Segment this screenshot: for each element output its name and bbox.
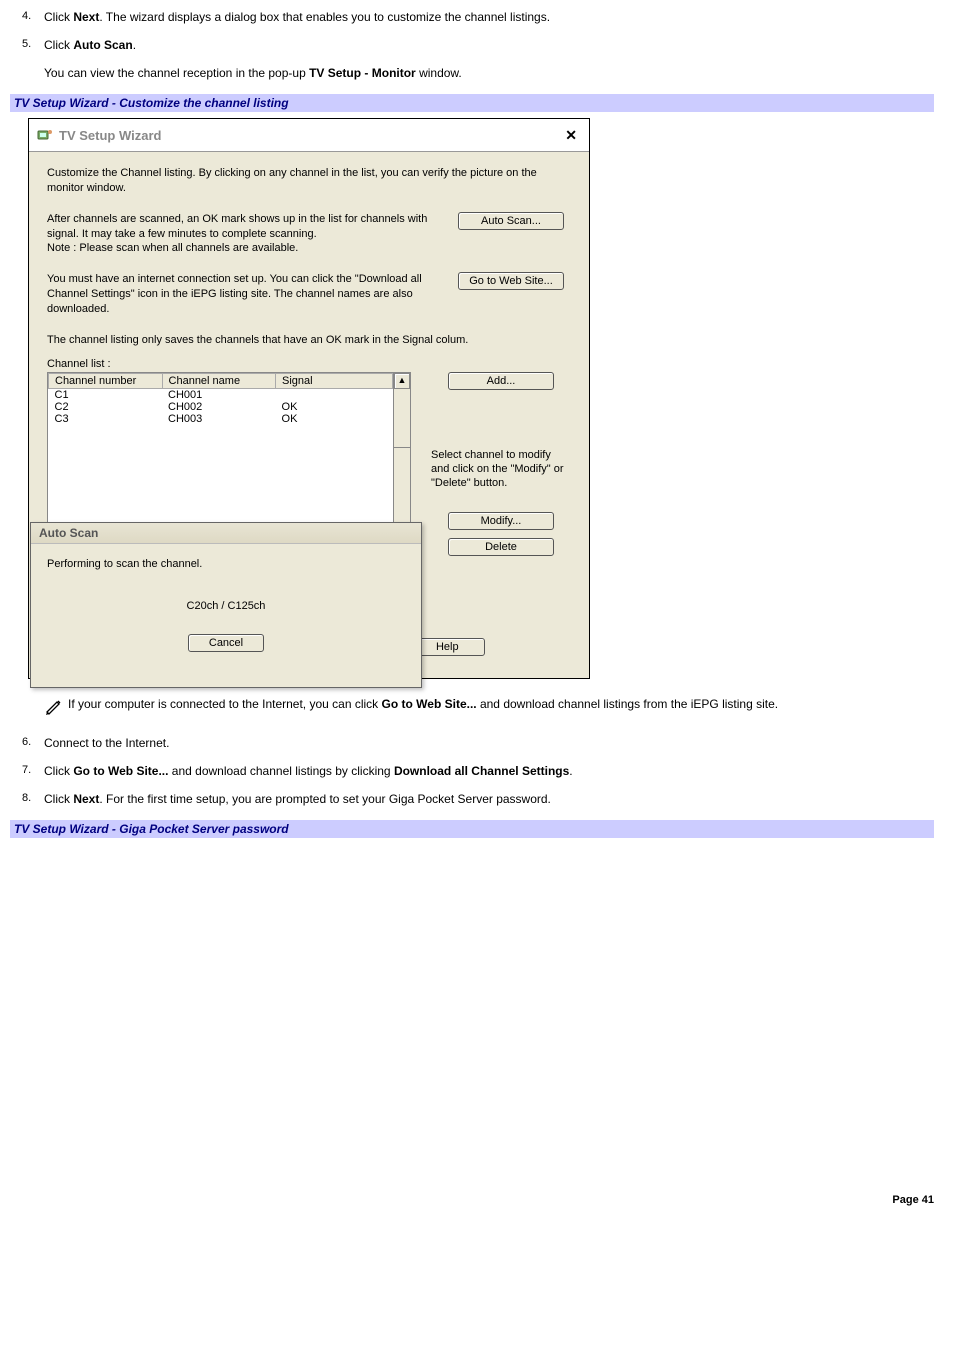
step-text: Click Auto Scan. (44, 38, 136, 52)
table-row[interactable]: C2CH002OK (49, 401, 393, 413)
step-text: Connect to the Internet. (44, 736, 169, 750)
step-text: Click Go to Web Site... and download cha… (44, 764, 573, 778)
section-header-2: TV Setup Wizard - Giga Pocket Server pas… (10, 820, 934, 838)
table-row[interactable]: C1CH001 (49, 388, 393, 401)
step-text: Click Next. The wizard displays a dialog… (44, 10, 550, 24)
add-button[interactable]: Add... (448, 372, 554, 390)
dialog-title: TV Setup Wizard (59, 128, 561, 143)
note-icon (44, 697, 68, 720)
col-channel-number[interactable]: Channel number (49, 373, 163, 388)
auto-scan-button[interactable]: Auto Scan... (458, 212, 564, 230)
modify-help-text: Select channel to modify and click on th… (431, 448, 571, 491)
step-number: 5. (22, 38, 31, 50)
step-number: 7. (22, 764, 31, 776)
table-row[interactable]: C3CH003OK (49, 413, 393, 425)
step-number: 4. (22, 10, 31, 22)
tv-setup-wizard-dialog: TV Setup Wizard ✕ Customize the Channel … (28, 118, 590, 679)
step-text: Click Next. For the first time setup, yo… (44, 792, 551, 806)
go-to-web-site-button[interactable]: Go to Web Site... (458, 272, 564, 290)
page-number: Page 41 (10, 1194, 934, 1206)
scrollbar[interactable]: ▲ (393, 372, 411, 448)
section-header-1: TV Setup Wizard - Customize the channel … (10, 94, 934, 112)
auto-scan-dialog: Auto Scan Performing to scan the channel… (30, 522, 422, 688)
step-number: 6. (22, 736, 31, 748)
delete-button[interactable]: Delete (448, 538, 554, 556)
note-text: If your computer is connected to the Int… (68, 697, 778, 711)
web-description: You must have an internet connection set… (47, 272, 451, 317)
scroll-up-icon[interactable]: ▲ (394, 373, 410, 389)
save-description: The channel listing only saves the chann… (47, 333, 571, 348)
modify-button[interactable]: Modify... (448, 512, 554, 530)
auto-scan-cancel-button[interactable]: Cancel (188, 634, 264, 652)
auto-scan-title: Auto Scan (31, 523, 421, 544)
col-signal[interactable]: Signal (276, 373, 393, 388)
col-channel-name[interactable]: Channel name (162, 373, 276, 388)
channel-list-label: Channel list : (47, 358, 571, 370)
auto-scan-progress: C20ch / C125ch (47, 600, 405, 612)
dialog-intro: Customize the Channel listing. By clicki… (47, 166, 571, 196)
step-subtext: You can view the channel reception in th… (44, 66, 934, 80)
auto-scan-status: Performing to scan the channel. (47, 558, 405, 570)
channel-list-table[interactable]: Channel number Channel name Signal C1CH0… (47, 372, 393, 450)
wizard-icon (37, 127, 53, 143)
scan-description: After channels are scanned, an OK mark s… (47, 212, 451, 257)
step-number: 8. (22, 792, 31, 804)
close-icon[interactable]: ✕ (561, 127, 581, 144)
